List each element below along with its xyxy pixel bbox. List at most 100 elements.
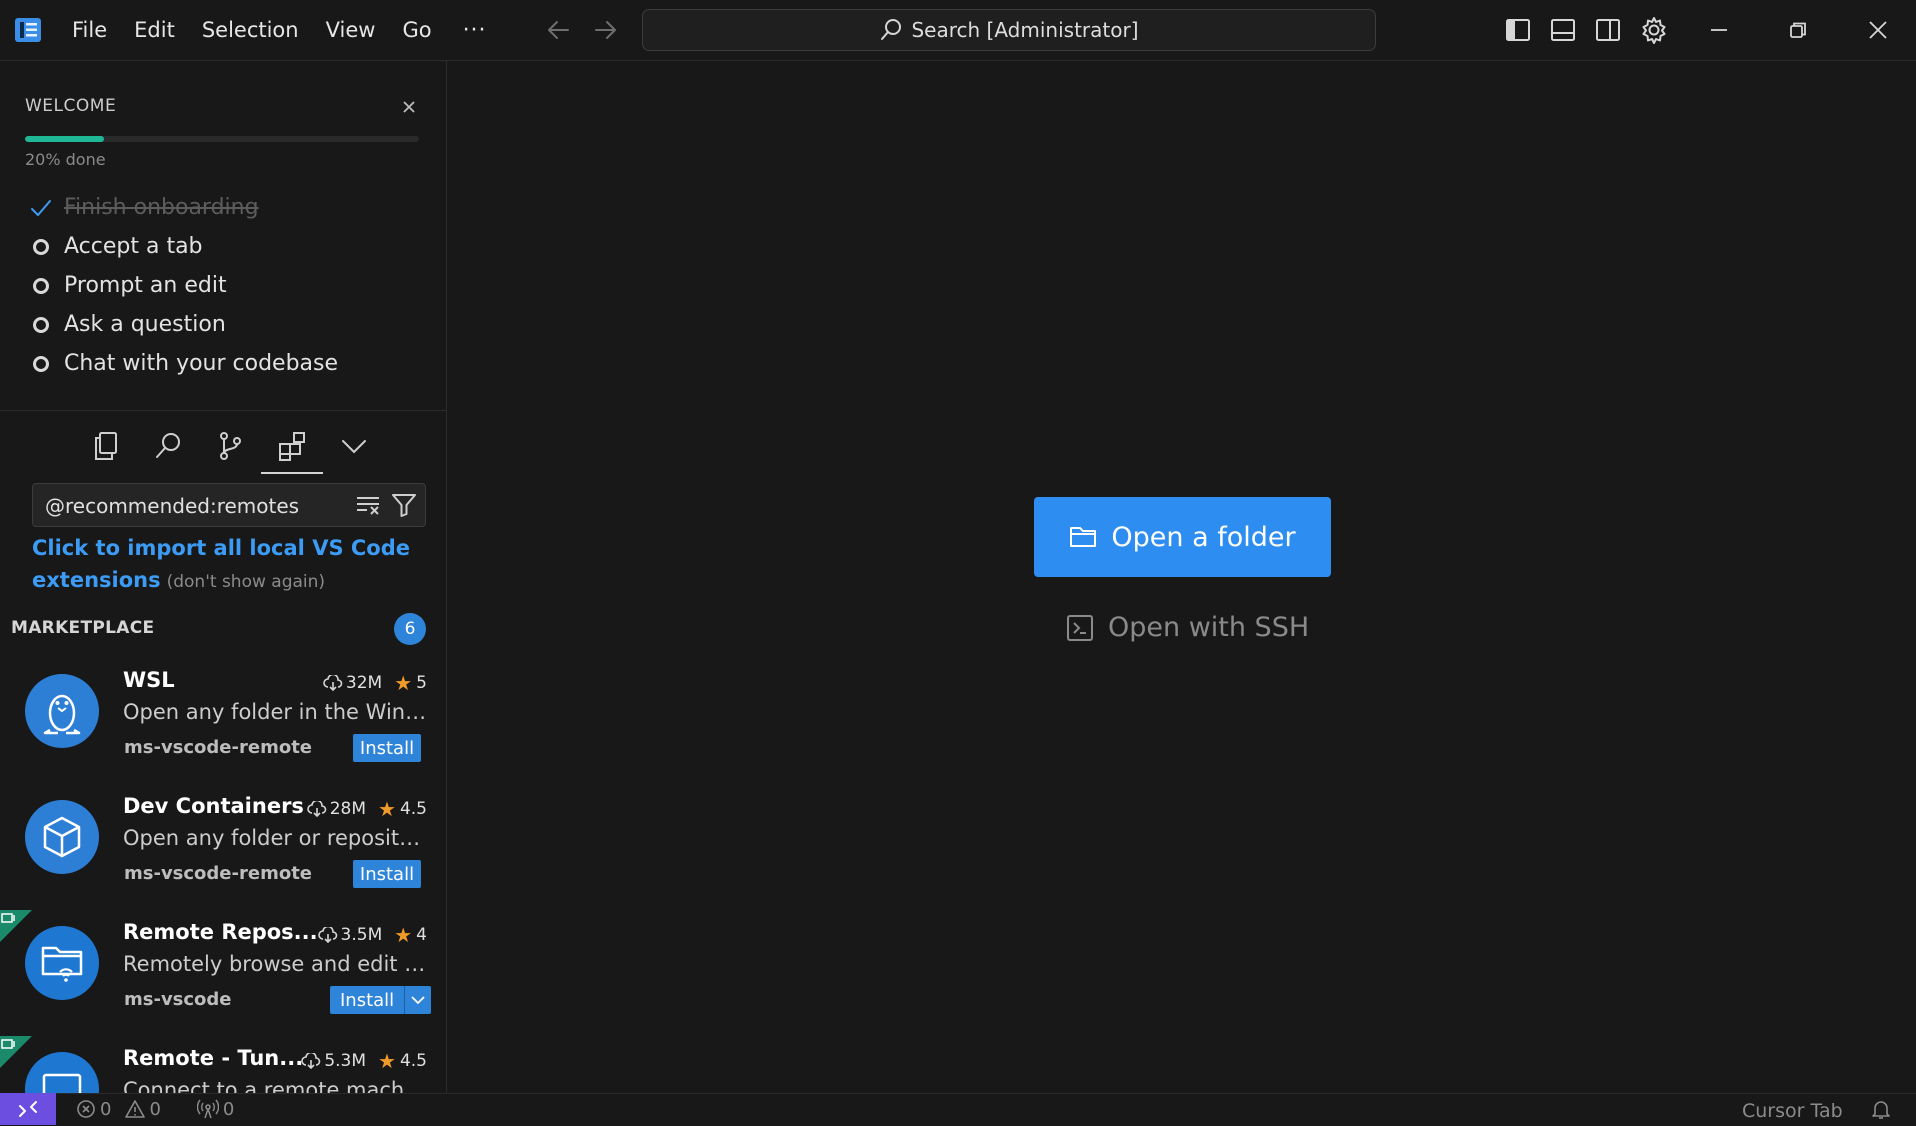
install-button[interactable]: Install: [353, 734, 421, 762]
warnings-indicator: 0: [121, 1099, 161, 1120]
files-icon: [91, 430, 121, 462]
tab-extensions[interactable]: [261, 420, 323, 474]
menu-selection[interactable]: Selection: [202, 18, 299, 42]
settings-gear-icon[interactable]: [1638, 14, 1670, 46]
circle-icon: [30, 236, 52, 258]
toggle-panel-icon[interactable]: [1547, 14, 1579, 46]
ports-count: 0: [222, 1098, 235, 1120]
toggle-primary-sidebar-icon[interactable]: [1502, 14, 1534, 46]
close-window-icon[interactable]: [1862, 14, 1894, 46]
progress-text: 20% done: [25, 150, 106, 169]
star-icon: ★: [394, 923, 413, 947]
install-split-button: Install: [330, 986, 432, 1014]
chevron-down-icon: [339, 430, 369, 462]
extension-publisher: ms-vscode-remote: [124, 737, 313, 758]
rating: 4.5: [399, 1051, 427, 1071]
container-box-icon: [25, 800, 99, 874]
extension-stats: 5.3M ★ 4.5: [301, 1049, 427, 1073]
extension-item-remote-repositories[interactable]: Remote Repos... 3.5M ★ 4 Remotely browse…: [0, 910, 446, 1036]
extension-stats: 32M ★ 5: [323, 671, 427, 695]
menu-file[interactable]: File: [72, 18, 107, 42]
checklist-label: Finish onboarding: [64, 195, 259, 220]
restore-icon[interactable]: [1782, 14, 1814, 46]
warning-icon: [125, 1099, 146, 1119]
marketplace-section-header[interactable]: MARKETPLACE: [11, 618, 154, 638]
menu-edit[interactable]: Edit: [134, 18, 175, 42]
checklist-item-ask-question[interactable]: Ask a question: [30, 305, 338, 344]
count-badge: 6: [394, 613, 426, 645]
menu-view[interactable]: View: [326, 18, 376, 42]
search-icon: [153, 430, 183, 462]
extension-stats: 3.5M ★ 4: [317, 923, 427, 947]
dont-show-again-link[interactable]: (don't show again): [167, 572, 325, 592]
tab-source-control[interactable]: [199, 420, 261, 472]
remote-icon: [17, 1098, 39, 1120]
open-folder-label: Open a folder: [1111, 521, 1296, 553]
remote-indicator-button[interactable]: [0, 1093, 56, 1125]
monitor-icon: [25, 1052, 99, 1093]
install-button[interactable]: Install: [353, 860, 421, 888]
checkmark-icon: [30, 197, 52, 219]
status-bar: [0, 1093, 1916, 1126]
extension-name: Remote Repos...: [123, 920, 318, 944]
install-button[interactable]: Install: [330, 986, 405, 1014]
checklist-item-accept-tab[interactable]: Accept a tab: [30, 227, 338, 266]
checklist-label: Accept a tab: [64, 234, 203, 259]
welcome-title: WELCOME: [25, 96, 117, 116]
clear-filter-icon[interactable]: [355, 493, 383, 517]
download-cloud-icon: [323, 675, 343, 691]
divider: [0, 410, 446, 411]
tab-explorer[interactable]: [75, 420, 137, 472]
download-cloud-icon: [317, 927, 338, 943]
bell-icon[interactable]: [1870, 1098, 1892, 1120]
sidebar-view-tabs: [75, 420, 385, 474]
close-icon[interactable]: [398, 96, 420, 118]
pre-release-icon: [1, 1038, 17, 1050]
onboarding-checklist: Finish onboarding Accept a tab Prompt an…: [30, 188, 338, 383]
search-icon: [879, 18, 903, 42]
cursor-tab-status[interactable]: Cursor Tab: [1742, 1100, 1843, 1122]
views-more-dropdown[interactable]: [323, 420, 385, 472]
extension-item-wsl[interactable]: WSL 32M ★ 5 Open any folder in the Windo…: [0, 658, 446, 784]
open-ssh-button[interactable]: Open with SSH: [1066, 612, 1309, 643]
broadcast-icon: [196, 1099, 219, 1119]
progress-fill: [25, 136, 104, 142]
menu-more-icon[interactable]: ···: [463, 18, 487, 43]
ports-indicator[interactable]: 0: [193, 1099, 234, 1120]
checklist-label: Prompt an edit: [64, 273, 227, 298]
checklist-item-chat-codebase[interactable]: Chat with your codebase: [30, 344, 338, 383]
extension-publisher: ms-vscode-remote: [124, 863, 313, 884]
menu-bar: File Edit Selection View Go ···: [60, 0, 487, 60]
extensions-search-input[interactable]: [43, 492, 347, 520]
extension-description: Connect to a remote machine through a tu…: [123, 1078, 428, 1093]
install-options-dropdown[interactable]: [404, 986, 432, 1014]
extension-description: Remotely browse and edit git repositorie…: [123, 952, 428, 976]
git-branch-icon: [215, 430, 245, 462]
extension-name: Dev Containers: [123, 794, 304, 818]
errors-indicator: 0: [72, 1099, 111, 1120]
errors-count: 0: [100, 1098, 112, 1120]
download-count: 3.5M: [340, 925, 383, 945]
minimize-icon[interactable]: [1703, 14, 1735, 46]
status-problems[interactable]: 0 0 0: [72, 1093, 244, 1125]
checklist-item-prompt-edit[interactable]: Prompt an edit: [30, 266, 338, 305]
extension-item-remote-tunnels[interactable]: Remote - Tun... 5.3M ★ 4.5 Connect to a …: [0, 1036, 446, 1093]
tab-search[interactable]: [137, 420, 199, 472]
toggle-secondary-sidebar-icon[interactable]: [1592, 14, 1624, 46]
pre-release-icon: [1, 912, 17, 924]
command-center-search[interactable]: Search [Administrator]: [642, 9, 1376, 51]
menu-go[interactable]: Go: [402, 18, 431, 42]
pre-release-corner-tag: [0, 910, 32, 942]
back-arrow-icon[interactable]: [544, 16, 574, 44]
extension-name: WSL: [123, 668, 175, 692]
circle-icon: [30, 353, 52, 375]
checklist-item-finish-onboarding[interactable]: Finish onboarding: [30, 188, 338, 227]
onboarding-progress-bar: [25, 136, 419, 142]
chevron-down-icon: [410, 994, 426, 1006]
open-folder-button[interactable]: Open a folder: [1034, 497, 1331, 577]
forward-arrow-icon[interactable]: [590, 16, 620, 44]
extension-item-dev-containers[interactable]: Dev Containers 28M ★ 4.5 Open any folder…: [0, 784, 446, 910]
filter-icon[interactable]: [391, 492, 417, 518]
app-logo-icon[interactable]: [14, 16, 42, 44]
linux-penguin-icon: [25, 674, 99, 748]
